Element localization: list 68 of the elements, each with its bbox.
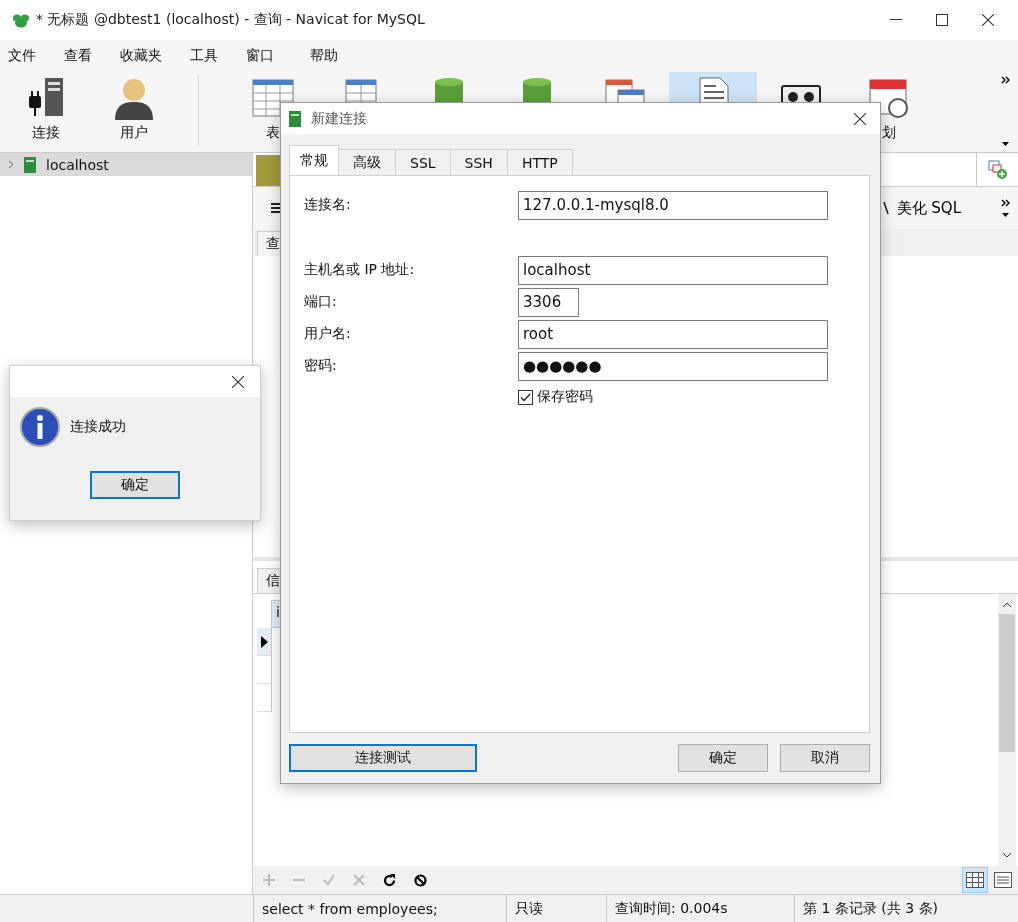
beautify-sql-button[interactable]: 美化 SQL (882, 198, 961, 218)
toolbar-label: 表 (266, 124, 280, 142)
input-field[interactable]: root (518, 319, 828, 349)
save-password-checkbox[interactable]: 保存密码 (518, 388, 593, 406)
status-text: 只读 (507, 895, 607, 922)
toolbar-label: 划 (882, 124, 896, 142)
dialog-button[interactable]: 取消 (780, 744, 870, 772)
close-icon[interactable] (982, 14, 994, 26)
dialog-button[interactable]: 确定 (678, 744, 768, 772)
row-selector[interactable] (257, 628, 272, 656)
toolbar-label: 用户 (120, 124, 148, 142)
query-tab[interactable] (256, 155, 282, 186)
tab[interactable]: HTTP (506, 149, 573, 175)
grid-view-button[interactable] (962, 867, 988, 893)
field-label: 用户名: (304, 325, 352, 343)
dialog-title: 新建连接 (311, 109, 367, 128)
field-label: 主机名或 IP 地址: (304, 261, 416, 279)
minimize-icon[interactable] (890, 19, 902, 21)
input-field[interactable]: localhost (518, 255, 828, 285)
add-table-icon (987, 159, 1008, 180)
input-field[interactable]: 127.0.0.1-mysql8.0 (518, 190, 828, 220)
status-text: 第 1 条记录 (共 3 条) (802, 898, 939, 918)
stop-icon[interactable] (414, 873, 427, 887)
scrollbar[interactable] (998, 594, 1016, 866)
close-icon[interactable] (854, 112, 866, 125)
chevrons-icon[interactable] (1001, 76, 1010, 84)
menu-item[interactable]: 帮助 (310, 47, 338, 65)
grid-icon (966, 872, 984, 888)
tab[interactable]: 常规 (289, 145, 339, 175)
toolbar-label: 连接 (32, 124, 60, 142)
menu-item[interactable]: 工具 (190, 47, 218, 65)
menu-item[interactable]: 窗口 (246, 47, 274, 65)
window-title: * 无标题 @dbtest1 (localhost) - 查询 - Navicat for MySQL (36, 11, 425, 29)
server-icon (24, 156, 36, 173)
scroll-down-icon[interactable] (1002, 852, 1012, 858)
close-icon[interactable] (232, 375, 244, 388)
dropdown-icon[interactable] (1002, 213, 1009, 217)
user-icon (113, 76, 155, 120)
input-field[interactable]: ●●●●●● (518, 351, 828, 381)
test-connection-button[interactable]: 连接测试 (289, 744, 477, 772)
field-label: 连接名: (304, 196, 352, 214)
menu-item[interactable]: 文件 (8, 47, 36, 65)
form-icon (994, 872, 1012, 888)
server-icon (289, 110, 301, 127)
menu-item[interactable]: 收藏夹 (120, 47, 162, 65)
current-row-icon (260, 635, 268, 648)
toolbar-button[interactable]: 用户 (90, 72, 178, 148)
ok-button[interactable]: 确定 (90, 471, 180, 499)
input-field[interactable]: 3306 (518, 287, 579, 317)
message-text: 连接成功 (70, 418, 126, 436)
chevron-right-icon (8, 160, 14, 169)
status-text: 查询时间: 0.004s (607, 895, 795, 922)
refresh-icon[interactable] (383, 873, 396, 887)
maximize-icon[interactable] (936, 14, 948, 26)
field-label: 密码: (304, 357, 338, 375)
dropdown-icon[interactable] (1002, 142, 1009, 146)
status-text: select * from employees; (253, 895, 507, 922)
checkbox[interactable] (518, 389, 533, 405)
tree-item[interactable]: localhost (0, 153, 252, 176)
chevrons-icon[interactable] (1001, 199, 1010, 207)
app-logo-icon (12, 12, 30, 28)
field-label: 端口: (304, 293, 338, 311)
info-icon (20, 407, 60, 447)
check-icon[interactable] (323, 874, 335, 886)
checkmark-icon (520, 392, 531, 402)
scroll-up-icon[interactable] (1002, 602, 1012, 608)
toolbar-button[interactable]: 连接 (2, 72, 90, 148)
menu-item[interactable]: 查看 (64, 47, 92, 65)
